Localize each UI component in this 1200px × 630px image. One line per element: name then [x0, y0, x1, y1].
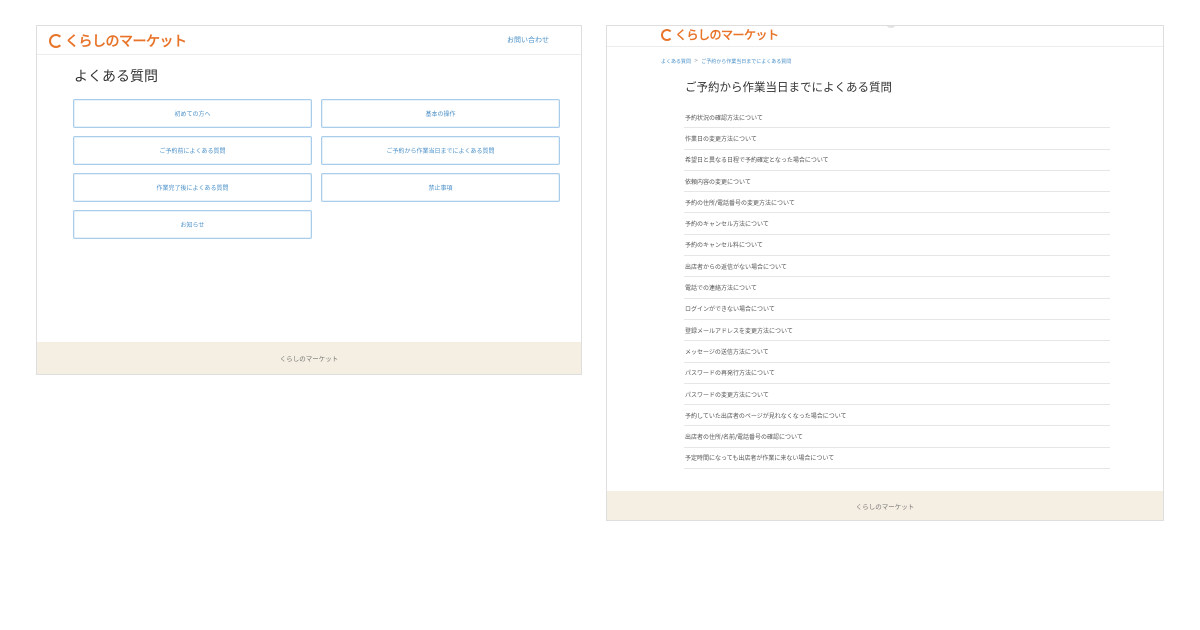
page-title: よくある質問 — [74, 69, 158, 85]
logo-text: くらしのマーケット — [65, 34, 187, 50]
footer: くらしのマーケット — [37, 342, 581, 374]
faq-item[interactable]: パスワードの再発行方法について — [684, 363, 1110, 384]
faq-category-page: くらしのマーケット よくある質問 > ご予約から作業当日までによくある質問 ご予… — [606, 25, 1164, 521]
breadcrumb-separator: > — [694, 58, 699, 64]
faq-item[interactable]: 希望日と異なる日程で予約確定となった場合について — [684, 150, 1110, 171]
faq-item[interactable]: 依頼内容の変更について — [684, 171, 1110, 193]
page-title: ご予約から作業当日までによくある質問 — [685, 80, 892, 94]
faq-item[interactable]: 予約状況の確認方法について — [684, 107, 1110, 129]
footer: くらしのマーケット — [607, 491, 1163, 520]
breadcrumb: よくある質問 > ご予約から作業当日までによくある質問 — [661, 58, 791, 65]
category-button-basic-operations[interactable]: 基本の操作 — [321, 99, 560, 128]
faq-item[interactable]: 予定時間になっても出店者が作業に来ない場合について — [684, 448, 1110, 470]
faq-item[interactable]: 予約のキャンセル料について — [684, 235, 1110, 257]
faq-item[interactable]: 電話での連絡方法について — [684, 277, 1110, 299]
faq-top-page: くらしのマーケット お問い合わせ よくある質問 初めての方へ 基本の操作 ご予約… — [36, 25, 582, 375]
footer-brand: くらしのマーケット — [855, 502, 915, 511]
category-button-news[interactable]: お知らせ — [73, 210, 312, 239]
category-button-after-completion[interactable]: 作業完了後によくある質問 — [73, 173, 312, 202]
category-button-before-booking[interactable]: ご予約前によくある質問 — [73, 136, 312, 165]
faq-item[interactable]: 出店者の住所/名前/電話番号の確認について — [684, 426, 1110, 448]
logo-text: くらしのマーケット — [675, 28, 779, 42]
category-button-booking-to-work-day[interactable]: ご予約から作業当日までによくある質問 — [321, 136, 560, 165]
faq-item[interactable]: 予約していた出店者のページが見れなくなった場合について — [684, 405, 1110, 427]
faq-item[interactable]: 予約の住所/電話番号の変更方法について — [684, 192, 1110, 214]
footer-brand: くらしのマーケット — [279, 355, 339, 363]
scroll-indicator — [887, 26, 895, 28]
brand-logo[interactable]: くらしのマーケット — [661, 26, 779, 43]
faq-item[interactable]: 登録メールアドレスを変更方法について — [684, 320, 1110, 342]
category-grid: 初めての方へ 基本の操作 ご予約前によくある質問 ご予約から作業当日までによくあ… — [73, 99, 560, 239]
category-button-beginners[interactable]: 初めての方へ — [73, 99, 312, 128]
faq-item[interactable]: 出店者からの返信がない場合について — [684, 256, 1110, 278]
header-divider — [607, 46, 1163, 47]
logo-icon — [49, 34, 63, 48]
faq-item[interactable]: 予約のキャンセル方法について — [684, 213, 1110, 235]
contact-link[interactable]: お問い合わせ — [507, 35, 549, 45]
faq-item[interactable]: パスワードの変更方法について — [684, 384, 1110, 406]
faq-list: 予約状況の確認方法について 作業日の変更方法について 希望日と異なる日程で予約確… — [684, 107, 1110, 470]
faq-item[interactable]: 作業日の変更方法について — [684, 128, 1110, 150]
faq-item[interactable]: メッセージの送信方法について — [684, 341, 1110, 363]
faq-item[interactable]: ログインができない場合について — [684, 299, 1110, 320]
brand-logo[interactable]: くらしのマーケット — [49, 31, 187, 51]
logo-icon — [661, 28, 673, 41]
category-button-prohibited[interactable]: 禁止事項 — [321, 173, 560, 202]
header-divider — [37, 54, 581, 55]
breadcrumb-faq-link[interactable]: よくある質問 — [661, 58, 691, 65]
breadcrumb-current: ご予約から作業当日までによくある質問 — [701, 59, 792, 65]
